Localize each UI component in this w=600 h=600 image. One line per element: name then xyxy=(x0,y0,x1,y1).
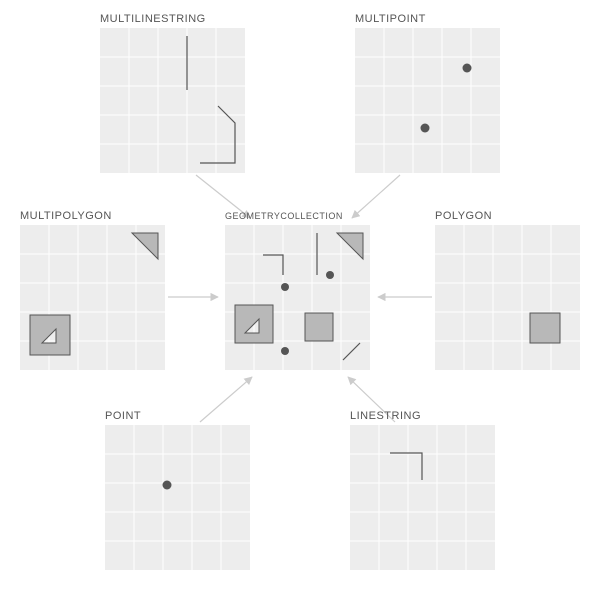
label-point: POINT xyxy=(105,410,141,422)
polygon-hole-icon xyxy=(30,315,70,355)
panel-geometrycollection: GEOMETRYCOLLECTION xyxy=(225,211,370,370)
point-icon xyxy=(281,283,289,291)
arrow-multipoint xyxy=(352,175,400,218)
label-polygon: POLYGON xyxy=(435,210,492,222)
polygon-hole-icon xyxy=(235,305,273,343)
label-multipoint: MULTIPOINT xyxy=(355,13,426,25)
panel-linestring: LINESTRING xyxy=(350,410,495,570)
panel-polygon: POLYGON xyxy=(435,210,580,370)
arrow-point xyxy=(200,377,252,422)
panel-multipoint: MULTIPOINT xyxy=(355,13,500,173)
panel-multilinestring: MULTILINESTRING xyxy=(100,13,245,173)
point-icon xyxy=(421,124,430,133)
square-icon xyxy=(530,313,560,343)
label-linestring: LINESTRING xyxy=(350,410,421,422)
point-icon xyxy=(163,481,172,490)
geometry-types-diagram: MULTILINESTRING MULTIPOINT MULTIPOLYGON xyxy=(0,0,600,600)
point-icon xyxy=(281,347,289,355)
label-geometrycollection: GEOMETRYCOLLECTION xyxy=(225,211,343,221)
point-icon xyxy=(463,64,472,73)
label-multipolygon: MULTIPOLYGON xyxy=(20,210,112,222)
panel-point: POINT xyxy=(105,410,250,570)
panel-multipolygon: MULTIPOLYGON xyxy=(20,210,165,370)
square-icon xyxy=(305,313,333,341)
label-multilinestring: MULTILINESTRING xyxy=(100,13,206,25)
point-icon xyxy=(326,271,334,279)
